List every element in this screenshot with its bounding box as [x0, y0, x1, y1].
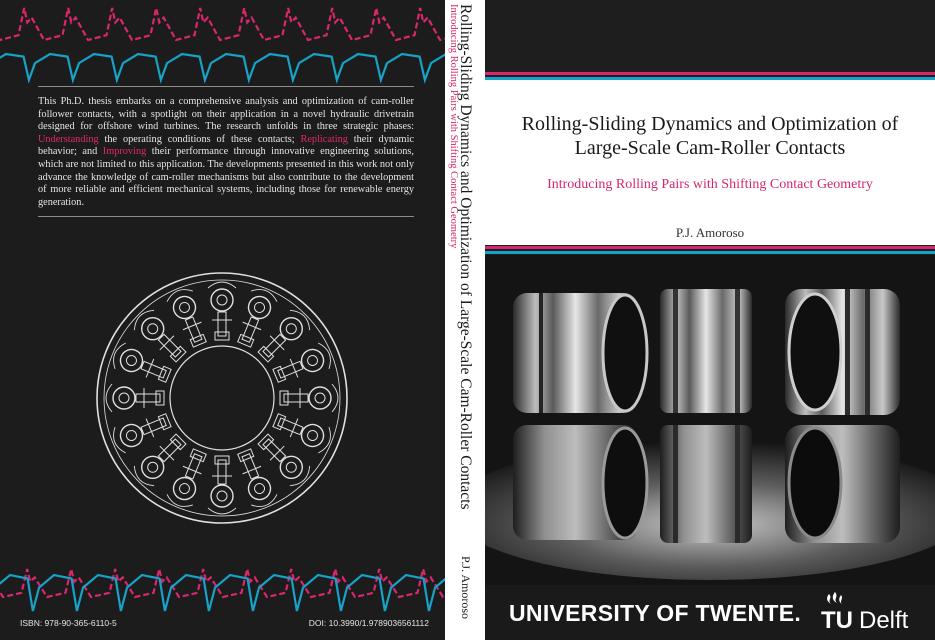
front-subtitle: Introducing Rolling Pairs with Shifting …: [547, 177, 873, 192]
mechanism-unit: [272, 413, 331, 454]
mechanism-unit: [133, 309, 187, 363]
mechanism-unit: [166, 448, 207, 507]
wave-pink-top: [0, 7, 445, 42]
title-panel: Rolling-Sliding Dynamics and Optimizatio…: [485, 80, 935, 245]
mechanism-unit: [207, 455, 237, 515]
tu-delft-flame-icon: [827, 592, 842, 604]
doi-label: DOI: 10.3990/1.9789036561112: [308, 618, 429, 628]
spine-title: Rolling-Sliding Dynamics and Optimizatio…: [457, 4, 474, 510]
abstract-bottom-rule: [38, 216, 414, 217]
tu-delft-logo: TU Delft: [821, 592, 909, 632]
bottom-color-band: [485, 245, 935, 255]
cam-roller-mechanism-drawing: [96, 272, 348, 524]
tu-delft-delft-text: Delft: [859, 607, 909, 632]
mechanism-unit: [133, 433, 187, 487]
front-title: Rolling-Sliding Dynamics and Optimizatio…: [521, 113, 899, 159]
tu-delft-tu-text: TU: [821, 607, 853, 632]
front-author: P.J. Amoroso: [675, 225, 745, 240]
highlight-improving: Improving: [102, 146, 147, 158]
mechanism-unit: [257, 309, 311, 363]
book-spine: Introducing Rolling Pairs with Shifting …: [445, 0, 485, 640]
abstract-top-rule: [38, 86, 414, 87]
back-abstract: This Ph.D. thesis embarks on a comprehen…: [38, 96, 415, 208]
pink-stripe-lower: [485, 246, 935, 249]
mechanism-unit: [237, 448, 278, 507]
mechanism-unit: [207, 281, 237, 341]
mechanism-unit: [166, 289, 207, 348]
mechanism-unit: [272, 342, 331, 383]
wave-blue-bottom: [0, 573, 445, 612]
top-color-band: [485, 0, 935, 80]
front-cover: Rolling-Sliding Dynamics and Optimizatio…: [485, 0, 935, 640]
mechanism-unit: [105, 383, 165, 413]
wave-pattern-top: [0, 7, 445, 84]
mechanism-unit: [279, 383, 339, 413]
wave-pink-bottom: [0, 568, 445, 599]
wave-blue-top: [0, 52, 445, 84]
mechanism-unit: [113, 342, 172, 383]
spine-author: P.J. Amoroso: [459, 556, 473, 620]
blue-stripe-lower: [485, 251, 935, 254]
roller-render-image: [485, 255, 935, 585]
highlight-replicating: Replicating: [300, 133, 348, 145]
highlight-understanding: Understanding: [38, 133, 99, 145]
pink-stripe: [485, 72, 935, 75]
back-cover: This Ph.D. thesis embarks on a comprehen…: [0, 0, 445, 640]
university-of-twente-logo: UNIVERSITY OF TWENTE.: [509, 600, 802, 626]
isbn-label: ISBN: 978-90-365-6110-5: [20, 618, 117, 628]
mechanism-unit: [237, 289, 278, 348]
mechanism-unit: [113, 413, 172, 454]
mechanism-unit: [257, 433, 311, 487]
wave-pattern-bottom: [0, 568, 445, 612]
